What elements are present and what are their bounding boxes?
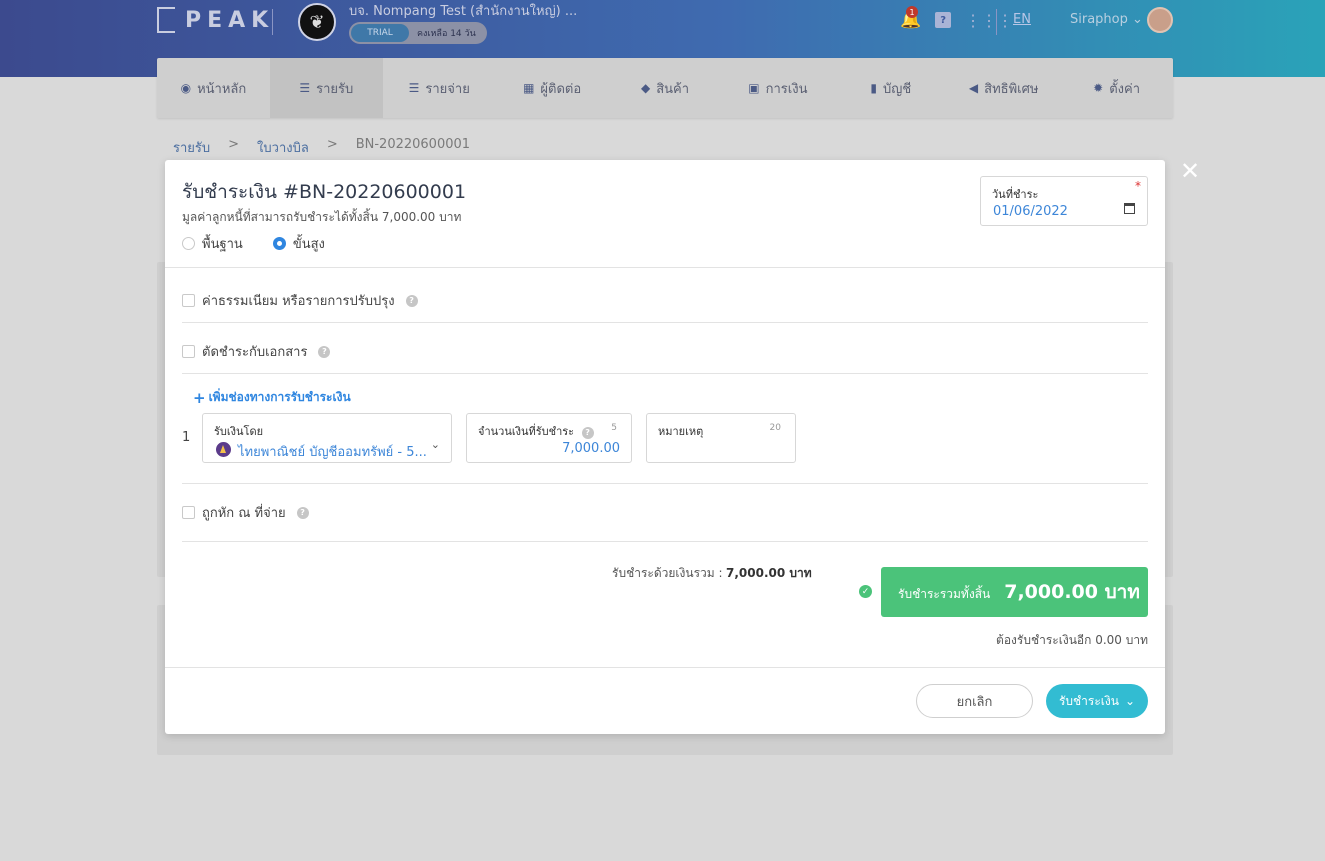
fee-adjustment-checkbox[interactable] xyxy=(182,294,195,307)
divider xyxy=(182,373,1148,374)
payment-method-select[interactable]: รับเงินโดย ไทยพาณิชย์ บัญชีออมทรัพย์ - 5… xyxy=(202,413,452,463)
dashboard-icon: ◉ xyxy=(180,81,192,95)
note-label: หมายเหตุ xyxy=(658,425,704,438)
help-icon[interactable]: ? xyxy=(405,294,418,307)
add-payment-channel-link[interactable]: + เพิ่มช่องทางการรับชำระเงิน xyxy=(193,388,351,407)
nav-item-home[interactable]: ◉ หน้าหลัก xyxy=(157,58,270,118)
company-name[interactable]: บจ. Nompang Test (สำนักงานใหญ่) ... xyxy=(349,0,577,21)
mode-selector: พื้นฐาน ขั้นสูง xyxy=(182,233,325,254)
help-icon[interactable]: ? xyxy=(581,426,594,439)
receive-payment-modal: รับชำระเงิน #BN-20220600001 มูลค่าลูกหนี… xyxy=(165,160,1165,734)
bank-logo-icon xyxy=(216,442,231,457)
company-logo-icon[interactable]: ❦ xyxy=(298,3,336,41)
divider xyxy=(182,483,1148,484)
breadcrumb: รายรับ > ใบวางบิล > BN-20220600001 xyxy=(173,137,471,158)
divider xyxy=(182,322,1148,323)
breadcrumb-billing-note[interactable]: ใบวางบิล xyxy=(257,137,309,158)
amount-field[interactable]: จำนวนเงินที่รับชำระ ? 5 7,000.00 xyxy=(466,413,632,463)
megaphone-icon: ◀ xyxy=(968,81,979,95)
modal-title: รับชำระเงิน #BN-20220600001 xyxy=(182,181,467,203)
chevron-down-icon: ⌄ xyxy=(1124,694,1136,708)
nav-item-expense[interactable]: ☰ รายจ่าย xyxy=(383,58,496,118)
cancel-button[interactable]: ยกเลิก xyxy=(916,684,1033,718)
nav-item-income[interactable]: ☰ รายรับ xyxy=(269,58,383,118)
breadcrumb-income[interactable]: รายรับ xyxy=(173,137,210,158)
contacts-icon: ▦ xyxy=(523,81,535,95)
withholding-checkbox-row[interactable]: ถูกหัก ณ ที่จ่าย ? xyxy=(182,502,309,523)
apps-grid-icon[interactable]: ⋮⋮⋮ xyxy=(965,11,1013,30)
grand-total-value: 7,000.00 บาท xyxy=(1004,581,1140,603)
payment-date-value[interactable]: 01/06/2022 xyxy=(993,204,1068,219)
amount-label: จำนวนเงินที่รับชำระ ? xyxy=(478,422,594,440)
avatar[interactable] xyxy=(1147,7,1173,33)
modal-subtitle: มูลค่าลูกหนี้ที่สามารถรับชำระได้ทั้งสิ้น… xyxy=(182,210,462,224)
nav-item-contacts[interactable]: ▦ ผู้ติดต่อ xyxy=(496,58,609,118)
money-icon: ▣ xyxy=(748,81,760,95)
offset-document-checkbox[interactable] xyxy=(182,345,195,358)
nav-item-privileges[interactable]: ◀ สิทธิพิเศษ xyxy=(947,58,1060,118)
trial-badge: TRIAL xyxy=(351,24,409,42)
help-icon[interactable]: ? xyxy=(296,506,309,519)
mode-advanced-radio[interactable]: ขั้นสูง xyxy=(272,233,325,254)
notification-count: 1 xyxy=(906,6,918,18)
divider xyxy=(272,9,273,35)
gear-icon: ✹ xyxy=(1093,81,1104,95)
total-cash-value: 7,000.00 บาท xyxy=(726,566,812,580)
expense-icon: ☰ xyxy=(408,81,420,95)
divider xyxy=(165,667,1165,668)
offset-document-checkbox-row[interactable]: ตัดชำระกับเอกสาร ? xyxy=(182,341,331,362)
user-menu[interactable]: Siraphop ⌄ xyxy=(1070,12,1143,27)
nav-item-settings[interactable]: ✹ ตั้งค่า xyxy=(1060,58,1173,118)
chevron-down-icon[interactable]: ⌄ xyxy=(431,438,440,451)
withholding-tax-checkbox[interactable] xyxy=(182,506,195,519)
nav-item-accounting[interactable]: ▮ บัญชี xyxy=(834,58,947,118)
mode-basic-radio[interactable]: พื้นฐาน xyxy=(182,233,243,254)
divider xyxy=(182,541,1148,542)
help-icon[interactable]: ? xyxy=(935,12,952,28)
help-icon[interactable]: ? xyxy=(318,345,331,358)
payment-method-value: ไทยพาณิชย์ บัญชีออมทรัพย์ - 5... xyxy=(238,445,427,460)
amount-value[interactable]: 7,000.00 xyxy=(562,441,620,456)
note-field[interactable]: หมายเหตุ 20 xyxy=(646,413,796,463)
note-count: 20 xyxy=(769,423,781,433)
receive-payment-button[interactable]: รับชำระเงิน ⌄ xyxy=(1046,684,1148,718)
grand-total-box: รับชำระรวมทั้งสิ้น 7,000.00 บาท xyxy=(881,567,1148,617)
close-icon[interactable]: ✕ xyxy=(1180,157,1200,185)
total-cash-label: รับชำระด้วยเงินรวม : xyxy=(612,566,723,580)
nav-item-finance[interactable]: ▣ การเงิน xyxy=(721,58,834,118)
required-mark: * xyxy=(1135,179,1141,193)
box-icon: ◆ xyxy=(640,81,651,95)
remaining-amount: ต้องรับชำระเงินอีก 0.00 บาท xyxy=(996,633,1148,647)
trial-status[interactable]: TRIAL คงเหลือ 14 วัน xyxy=(349,22,487,44)
nav-item-products[interactable]: ◆ สินค้า xyxy=(609,58,722,118)
income-icon: ☰ xyxy=(299,81,311,95)
grand-total-label: รับชำระรวมทั้งสิ้น xyxy=(898,586,991,601)
trial-days-remaining: คงเหลือ 14 วัน xyxy=(417,29,476,39)
payment-method-label: รับเงินโดย xyxy=(214,425,264,438)
calendar-icon[interactable] xyxy=(1124,203,1135,214)
language-switch[interactable]: EN xyxy=(1013,12,1031,27)
payment-row-number: 1 xyxy=(182,430,191,445)
divider xyxy=(165,267,1165,268)
fee-adjustment-checkbox-row[interactable]: ค่าธรรมเนียม หรือรายการปรับปรุง ? xyxy=(182,290,418,311)
plus-icon: + xyxy=(193,388,206,407)
payment-date-field[interactable]: วันที่ชำระ * 01/06/2022 xyxy=(980,176,1148,226)
payment-date-label: วันที่ชำระ xyxy=(992,188,1039,201)
main-nav: ◉ หน้าหลัก ☰ รายรับ ☰ รายจ่าย ▦ ผู้ติดต่อ ◆ ส… xyxy=(157,58,1173,118)
book-icon: ▮ xyxy=(870,81,878,95)
divider xyxy=(996,9,997,35)
amount-count: 5 xyxy=(611,423,617,433)
notification-bell-icon[interactable]: 🔔 1 xyxy=(900,6,921,30)
breadcrumb-current: BN-20220600001 xyxy=(355,137,471,152)
peak-logo[interactable]: PEAK xyxy=(157,7,274,33)
check-circle-icon: ✓ xyxy=(859,585,872,598)
